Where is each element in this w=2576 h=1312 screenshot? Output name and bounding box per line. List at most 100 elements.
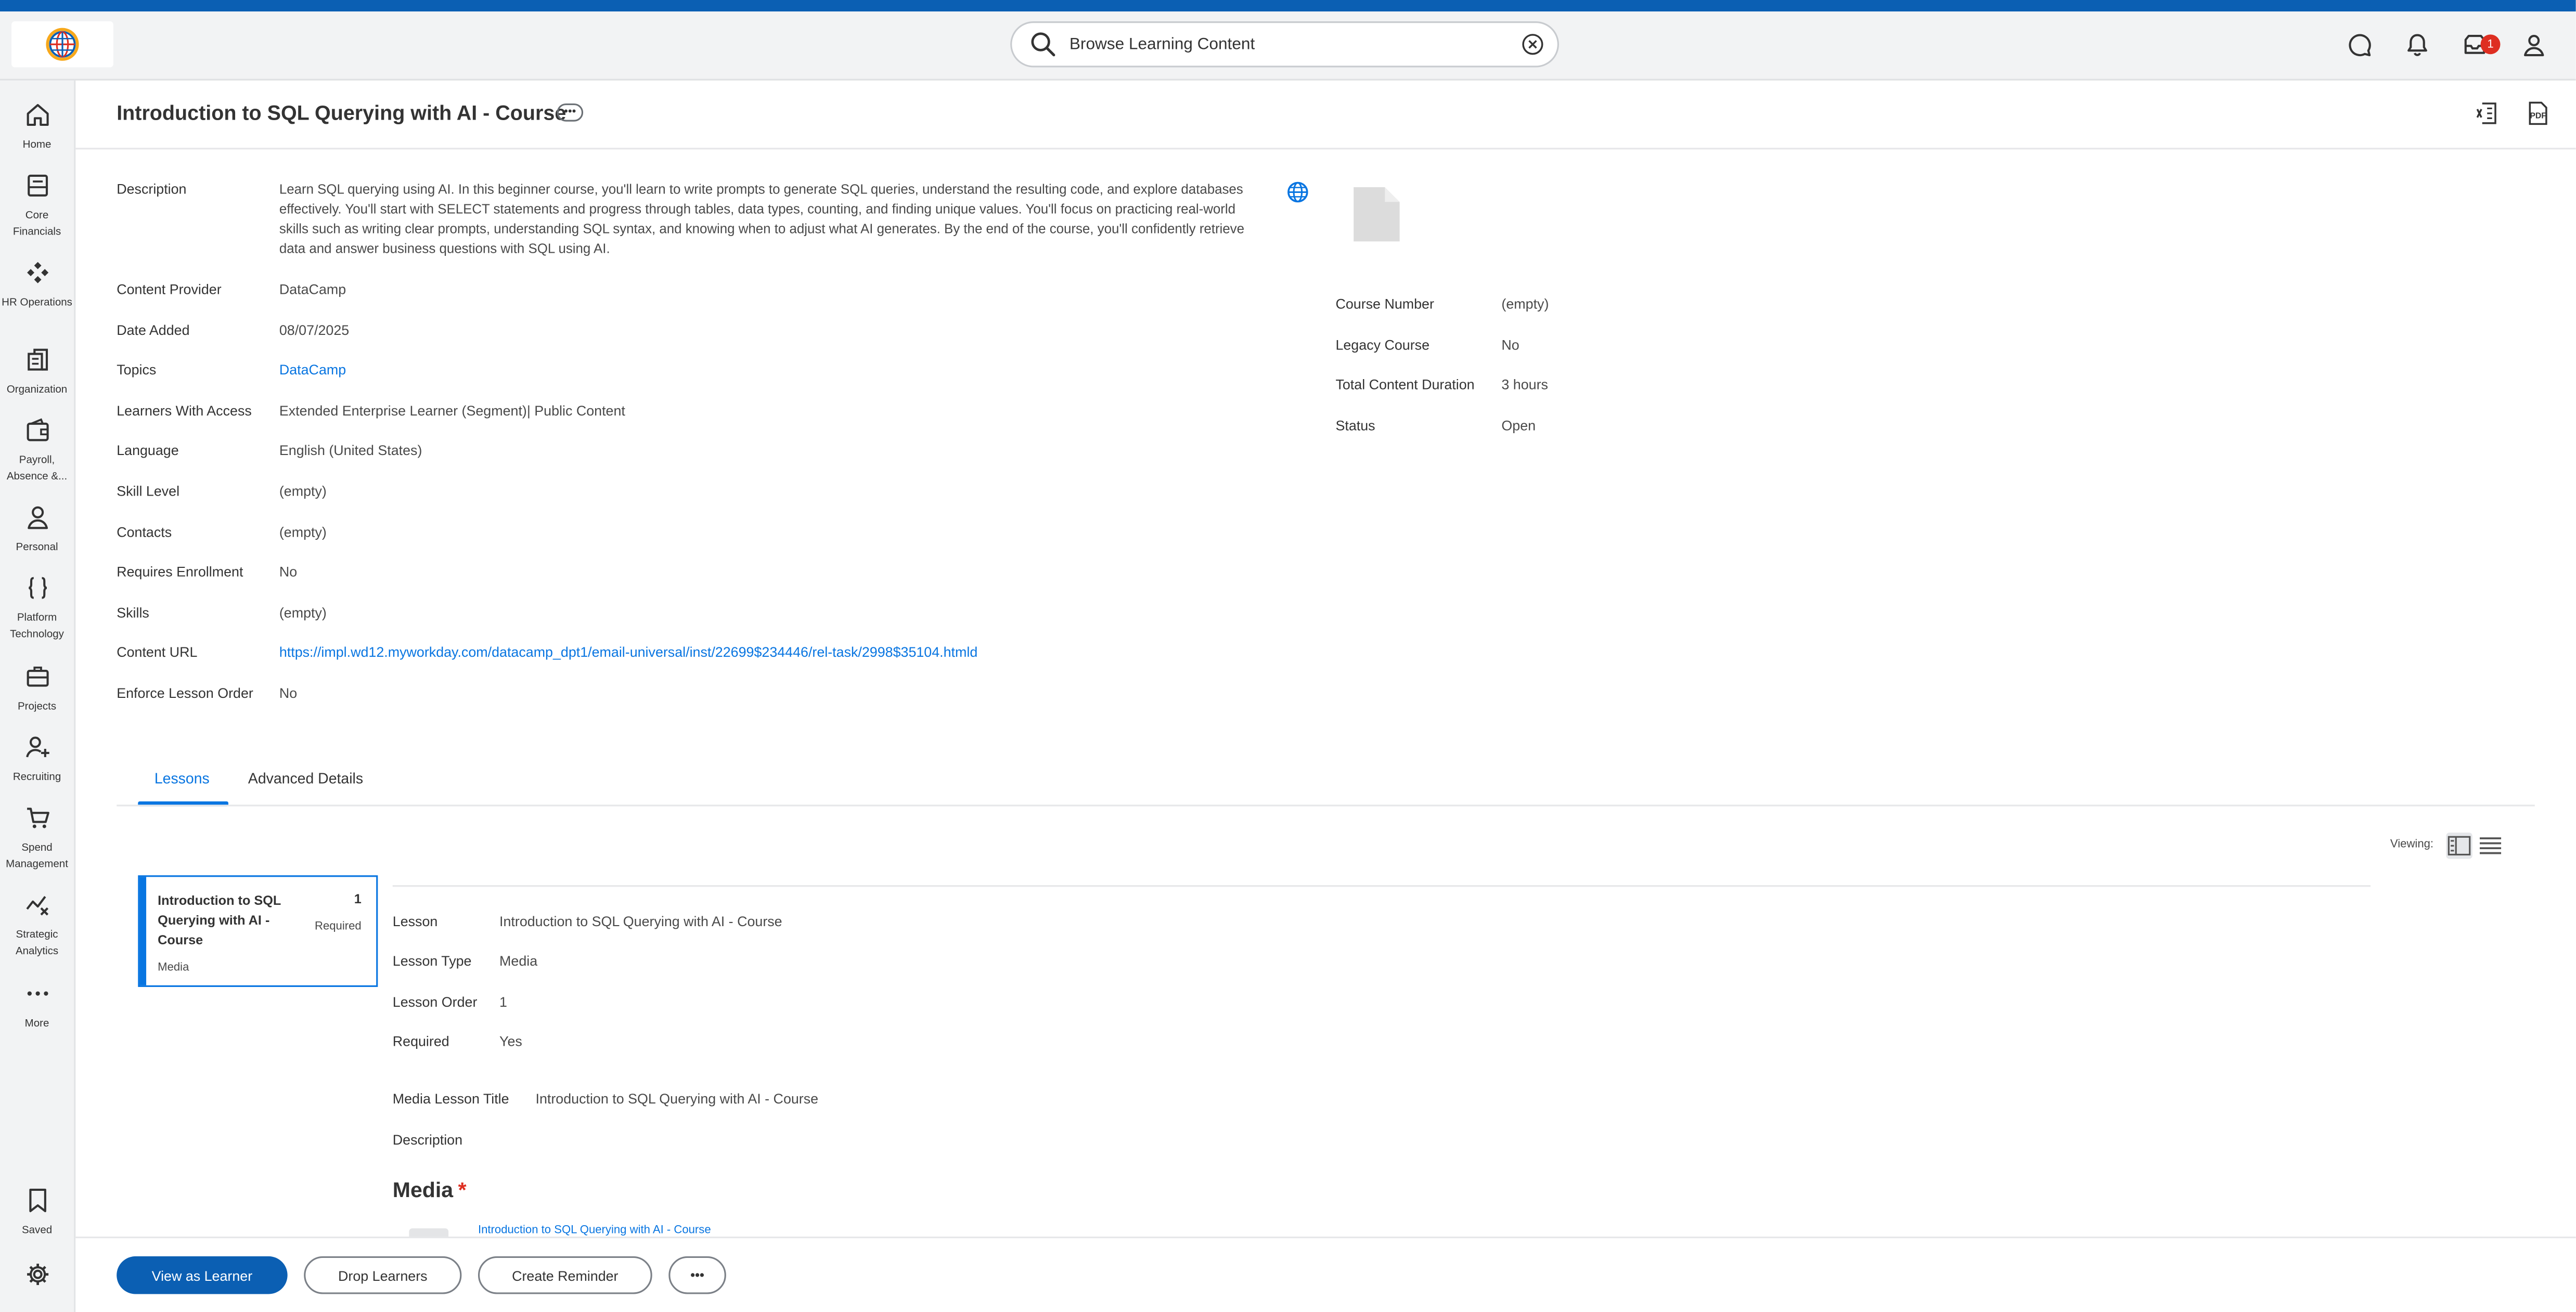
page-title: Introduction to SQL Querying with AI - C… (117, 101, 566, 125)
legacy-course-value: No (1501, 336, 1519, 353)
global-search-field[interactable]: Browse Learning Content (1010, 21, 1559, 68)
language-label: Language (117, 441, 179, 459)
more-actions-button[interactable]: ••• (668, 1256, 726, 1294)
tab-lessons[interactable]: Lessons (154, 770, 210, 787)
skills-label: Skills (117, 604, 149, 621)
notifications-icon[interactable] (2403, 31, 2430, 58)
sidebar-item-personal[interactable]: Personal (0, 504, 74, 557)
media-link[interactable]: Introduction to SQL Querying with AI - C… (478, 1225, 711, 1237)
content-url-link[interactable]: https://impl.wd12.myworkday.com/datacamp… (279, 644, 977, 660)
gear-icon (26, 1264, 48, 1285)
building-icon (27, 348, 47, 371)
drop-learners-button[interactable]: Drop Learners (304, 1256, 462, 1294)
content-provider-value: DataCamp (279, 281, 346, 297)
sidebar-item-recruiting[interactable]: Recruiting (0, 734, 74, 787)
view-as-learner-button[interactable]: View as Learner (117, 1256, 288, 1294)
skill-level-value: (empty) (279, 483, 327, 500)
required-asterisk: * (458, 1177, 467, 1202)
viewing-label: Viewing: (2390, 839, 2434, 851)
global-header: Browse Learning Content 1 (0, 11, 2576, 81)
sidebar-item-label: Projects (17, 701, 57, 713)
sidebar-item-projects[interactable]: Projects (0, 664, 74, 716)
sidebar-item-spend-management[interactable]: Spend Management (0, 804, 74, 874)
media-heading-text: Media (392, 1177, 454, 1202)
profile-icon[interactable] (2520, 31, 2546, 58)
sidebar-item-label: Platform Technology (10, 612, 64, 641)
sidebar-item-more[interactable]: More (0, 980, 74, 1033)
home-icon (26, 104, 48, 126)
list-view-icon (2480, 837, 2502, 854)
related-actions-button[interactable]: ••• (557, 103, 584, 122)
media-section-heading: Media * (393, 1177, 467, 1202)
sidebar-item-strategic-analytics[interactable]: Strategic Analytics (0, 892, 74, 961)
tab-advanced-details[interactable]: Advanced Details (248, 770, 363, 787)
globe-logo-icon (46, 28, 79, 61)
content-provider-label: Content Provider (117, 281, 222, 297)
status-value: Open (1501, 417, 1536, 434)
master-detail-view-button[interactable] (2446, 833, 2472, 859)
contacts-label: Contacts (117, 524, 172, 540)
sidebar-item-hr-operations[interactable]: HR Operations (0, 259, 74, 312)
clear-search-icon[interactable] (1521, 33, 1544, 56)
lesson-card[interactable]: Introduction to SQL Querying with AI - C… (138, 875, 378, 987)
sidebar-item-payroll[interactable]: Payroll, Absence &... (0, 417, 74, 486)
lesson-card-type: Media (158, 962, 189, 974)
export-excel-icon[interactable] (2474, 100, 2501, 127)
sidebar-item-core-financials[interactable]: Core Financials (0, 173, 74, 242)
sidebar-item-home[interactable]: Home (0, 102, 74, 154)
lesson-description-label: Description (392, 1131, 463, 1148)
sidebar-settings[interactable] (0, 1261, 74, 1288)
person-icon (27, 506, 47, 529)
tabs-divider (117, 804, 2535, 807)
sidebar-item-label: More (24, 1018, 49, 1030)
list-view-button[interactable] (2477, 833, 2504, 859)
export-pdf-icon[interactable]: PDF (2525, 100, 2552, 127)
sidebar-item-label: Organization (6, 384, 68, 396)
ledger-icon (27, 174, 47, 197)
create-reminder-button[interactable]: Create Reminder (478, 1256, 652, 1294)
media-lesson-title-value: Introduction to SQL Querying with AI - C… (535, 1090, 819, 1107)
required-value: Yes (499, 1033, 522, 1049)
sidebar-item-label: Saved (21, 1225, 53, 1237)
lesson-type-label: Lesson Type (392, 952, 472, 969)
topics-label: Topics (117, 361, 157, 378)
search-input[interactable]: Browse Learning Content (1070, 35, 1521, 54)
sidebar-item-label: Home (22, 139, 51, 151)
lesson-label: Lesson (392, 913, 438, 930)
briefcase-icon (26, 666, 48, 687)
topics-link[interactable]: DataCamp (279, 361, 346, 378)
translate-globe-icon[interactable] (1286, 180, 1309, 203)
lesson-card-selected-bar (139, 877, 147, 985)
legacy-course-label: Legacy Course (1335, 336, 1430, 353)
course-number-value: (empty) (1501, 295, 1549, 313)
date-added-label: Date Added (117, 321, 190, 339)
search-icon (1030, 31, 1057, 58)
cart-icon (26, 808, 49, 828)
language-value: English (United States) (279, 441, 422, 459)
company-logo[interactable] (11, 21, 113, 68)
chat-icon[interactable] (2346, 31, 2373, 58)
skill-level-label: Skill Level (117, 483, 180, 500)
sidebar-item-label: Recruiting (12, 772, 61, 784)
app-sidebar: Home Core Financials HR Operations Organ… (0, 80, 76, 1312)
status-label: Status (1335, 417, 1375, 434)
sidebar-item-saved[interactable]: Saved (0, 1187, 74, 1240)
lesson-detail-divider (392, 885, 2371, 887)
header-divider (75, 148, 2576, 150)
media-lesson-title-label: Media Lesson Title (392, 1090, 509, 1107)
sidebar-item-label: Spend Management (6, 842, 68, 871)
description-label: Description (117, 180, 187, 197)
content-url-label: Content URL (117, 643, 198, 660)
ellipsis-icon (27, 991, 47, 996)
sidebar-item-platform-technology[interactable]: Platform Technology (0, 575, 74, 644)
lesson-type-value: Media (499, 952, 538, 969)
total-duration-label: Total Content Duration (1335, 376, 1475, 393)
lesson-order-label: Lesson Order (392, 993, 478, 1010)
learners-with-access-value: Extended Enterprise Learner (Segment)| P… (279, 402, 625, 419)
sidebar-item-label: HR Operations (2, 297, 72, 309)
inbox-count-badge: 1 (2480, 34, 2501, 55)
lesson-card-required: Required (315, 921, 362, 933)
sidebar-item-label: Personal (16, 542, 58, 554)
sidebar-item-organization[interactable]: Organization (0, 346, 74, 399)
svg-text:PDF: PDF (2530, 111, 2546, 120)
